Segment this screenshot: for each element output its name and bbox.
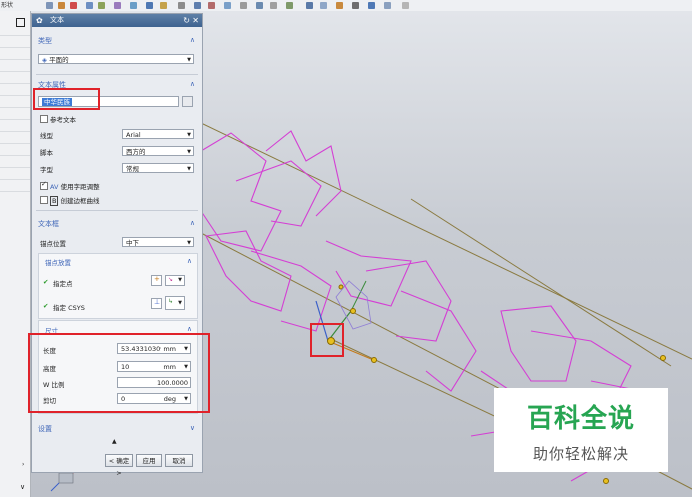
tool-icon[interactable] xyxy=(114,2,121,9)
chevron-down-icon[interactable]: ∨ xyxy=(190,424,195,432)
part-navigator-strip: › ∨ xyxy=(0,11,31,497)
tool-icon[interactable] xyxy=(286,2,293,9)
tool-icon[interactable] xyxy=(224,2,231,9)
tool-icon[interactable] xyxy=(178,2,185,9)
script-select[interactable]: 西方的 ▼ xyxy=(122,146,194,156)
gear-icon[interactable]: ✿ xyxy=(36,15,43,26)
window-icon[interactable] xyxy=(16,18,25,27)
toolbar-left-label: 形状 xyxy=(1,2,14,9)
chevron-up-icon[interactable]: ∧ xyxy=(190,219,195,227)
tool-icon[interactable] xyxy=(240,2,247,9)
ok-button[interactable]: < 确定 > xyxy=(105,454,133,477)
dropdown-icon: ▼ xyxy=(187,57,191,63)
tool-icon[interactable] xyxy=(320,2,327,9)
border-curve-icon: B xyxy=(50,196,59,206)
tool-icon[interactable] xyxy=(270,2,277,9)
tool-icon[interactable] xyxy=(208,2,215,9)
tool-icon[interactable] xyxy=(368,2,375,9)
check-icon: ✔ xyxy=(43,278,49,286)
dialog-title: 文本 xyxy=(50,16,64,24)
tool-icon[interactable] xyxy=(384,2,391,9)
tool-icon[interactable] xyxy=(352,2,359,9)
kerning-label: AV 使用字距调整 xyxy=(50,183,100,191)
chevron-down-icon[interactable]: ∨ xyxy=(20,483,25,491)
kerning-icon: AV xyxy=(50,183,59,191)
chevron-up-icon[interactable]: ∧ xyxy=(190,36,195,44)
tool-icon[interactable] xyxy=(336,2,343,9)
type-select[interactable]: ◈ 平面的 ▼ xyxy=(38,54,194,64)
csys-type-dropdown[interactable]: ↳ ▼ xyxy=(165,296,185,310)
style-select[interactable]: 常规 ▼ xyxy=(122,163,194,173)
chevron-up-icon[interactable]: ∧ xyxy=(187,325,192,333)
tool-icon[interactable] xyxy=(46,2,53,9)
annotation-box-text xyxy=(33,88,100,110)
annotation-box-anchor-point xyxy=(310,323,344,357)
apply-button[interactable]: 应用 xyxy=(136,454,162,467)
tool-icon[interactable] xyxy=(160,2,167,9)
edge-line xyxy=(410,198,672,367)
tool-icon[interactable] xyxy=(194,2,201,9)
anchor-place-group: 锚点放置 ∧ ✔ 指定点 + ↘ ▼ ✔ 指定 CSYS ⊥ ↳ ▼ xyxy=(38,253,198,319)
tool-icon[interactable] xyxy=(256,2,263,9)
border-curve-checkbox[interactable] xyxy=(40,196,48,204)
tool-icon[interactable] xyxy=(58,2,65,9)
tool-icon[interactable] xyxy=(70,2,77,9)
tool-icon[interactable] xyxy=(402,2,409,9)
border-curve-label: B 创建边框曲线 xyxy=(50,196,100,206)
reset-icon[interactable]: ↻ xyxy=(183,14,190,27)
csys-dialog-icon[interactable]: ⊥ xyxy=(151,298,162,309)
watermark-title: 百科全说 xyxy=(526,404,635,434)
expand-more-icon[interactable]: ▲ xyxy=(112,438,117,445)
chevron-up-icon[interactable]: ∧ xyxy=(190,80,195,88)
dialog-titlebar: ✿ 文本 ↻ ✕ xyxy=(32,14,202,27)
tool-icon[interactable] xyxy=(98,2,105,9)
plane-icon: ◈ xyxy=(42,56,47,64)
chevron-up-icon[interactable]: ∧ xyxy=(187,257,192,265)
ref-text-checkbox[interactable] xyxy=(40,115,48,123)
section-text-box-title[interactable]: 文本框 xyxy=(38,219,59,229)
line-select[interactable]: Arial ▼ xyxy=(122,129,194,139)
kerning-checkbox[interactable] xyxy=(40,180,48,190)
point-type-dropdown[interactable]: ↘ ▼ xyxy=(165,275,185,286)
watermark-subtitle: 助你轻松解决 xyxy=(532,445,629,463)
cancel-button[interactable]: 取消 xyxy=(165,454,193,467)
text-menu-icon[interactable] xyxy=(182,96,193,107)
annotation-box-dimension xyxy=(28,333,210,413)
edge-line xyxy=(200,122,692,360)
anchor-select[interactable]: 中下 ▼ xyxy=(122,237,194,247)
tool-icon[interactable] xyxy=(306,2,313,9)
point-dialog-icon[interactable]: + xyxy=(151,275,162,286)
scroll-right-icon[interactable]: › xyxy=(22,461,24,468)
tool-icon[interactable] xyxy=(130,2,137,9)
watermark: 百科全说 助你轻松解决 xyxy=(494,388,668,472)
section-type-title[interactable]: 类型 xyxy=(38,36,52,46)
section-settings-title[interactable]: 设置 xyxy=(38,424,52,434)
check-icon: ✔ xyxy=(43,302,49,310)
close-icon[interactable]: ✕ xyxy=(192,14,199,27)
tool-icon[interactable] xyxy=(86,2,93,9)
tool-icon[interactable] xyxy=(146,2,153,9)
